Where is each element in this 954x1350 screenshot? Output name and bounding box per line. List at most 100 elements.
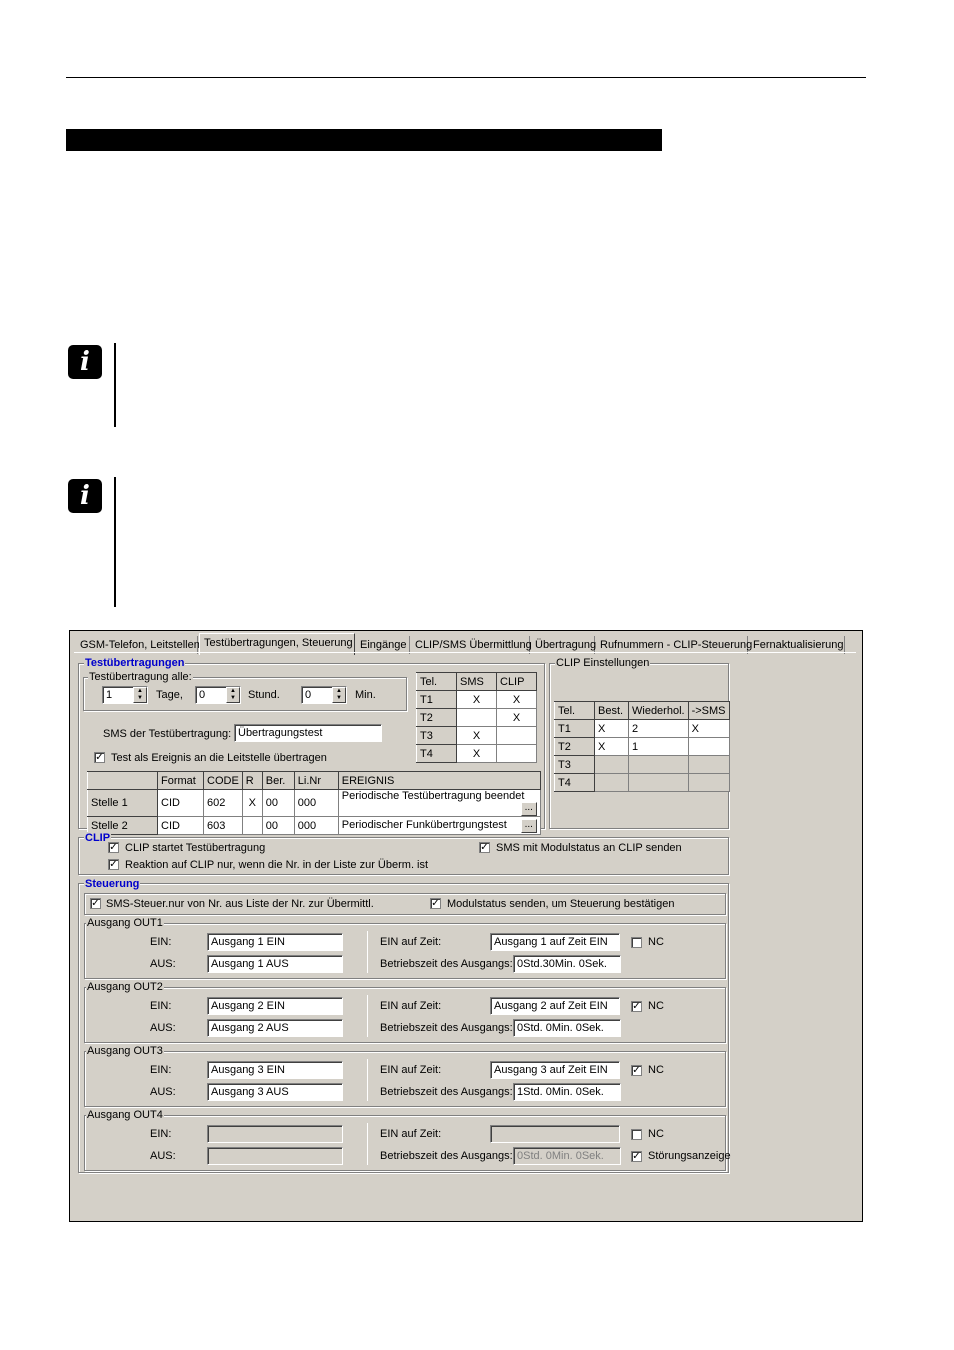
row-header: T4 — [554, 773, 595, 792]
betrieb-input[interactable]: 0Std. 0Min. 0Sek. — [513, 1019, 621, 1037]
ein-label: EIN: — [150, 1128, 172, 1140]
grid-cell[interactable]: 000 — [293, 789, 339, 817]
grid-cell[interactable]: 00 — [261, 789, 295, 817]
grid-cell[interactable] — [456, 708, 497, 727]
control-group-title: Steuerung — [84, 878, 141, 890]
grid-cell[interactable]: X — [496, 690, 537, 709]
storung-checkbox[interactable]: ✓ — [631, 1151, 642, 1162]
grid-cell[interactable]: CID — [157, 816, 204, 835]
nc-checkbox[interactable]: ✓ — [631, 1065, 642, 1076]
grid-cell[interactable] — [687, 755, 730, 774]
grid-cell[interactable] — [241, 816, 263, 835]
section-heading-bar — [66, 129, 662, 151]
ein-input[interactable]: Ausgang 3 EIN — [207, 1061, 343, 1079]
clip-start-checkbox[interactable]: ✓ — [108, 842, 119, 853]
betrieb-input[interactable]: 0Std.30Min. 0Sek. — [513, 955, 621, 973]
cell-text: 00 — [265, 797, 279, 809]
column-header: ->SMS — [687, 701, 730, 720]
grid-cell[interactable]: X — [594, 719, 629, 738]
grid-cell[interactable]: X — [456, 690, 497, 709]
grid-cell[interactable]: 2 — [628, 719, 689, 738]
grid-cell[interactable] — [628, 773, 689, 792]
grid-cell[interactable] — [594, 755, 629, 774]
nc-checkbox[interactable] — [631, 937, 642, 948]
event-select-button[interactable]: ... — [520, 802, 537, 816]
ein-input[interactable]: Ausgang 1 EIN — [207, 933, 343, 951]
grid-cell[interactable]: 1 — [628, 737, 689, 756]
ein-zeit-label: EIN auf Zeit: — [380, 1128, 442, 1140]
table-row: T2 X — [416, 708, 537, 727]
ein-zeit-input[interactable] — [490, 1125, 620, 1143]
grid-cell[interactable]: X — [496, 708, 537, 727]
clip-list-checkbox[interactable]: ✓ — [108, 859, 119, 870]
aus-input[interactable] — [207, 1147, 343, 1165]
ein-zeit-input[interactable]: Ausgang 2 auf Zeit EIN — [490, 997, 620, 1015]
separator — [367, 1059, 368, 1101]
cell-text: Periodische Testübertragung beendet — [341, 790, 525, 802]
grid-cell[interactable]: Periodische Testübertragung beendet... — [337, 789, 541, 817]
test-group-title: Testübertragungen — [84, 657, 186, 669]
clip-sms-status-label: SMS mit Modulstatus an CLIP senden — [496, 842, 682, 854]
grid-cell[interactable] — [687, 737, 730, 756]
row-header: T3 — [416, 726, 457, 745]
grid-cell[interactable]: 000 — [293, 816, 339, 835]
ein-zeit-input[interactable]: Ausgang 3 auf Zeit EIN — [490, 1061, 620, 1079]
event-checkbox[interactable]: ✓ — [94, 752, 105, 763]
grid-cell[interactable] — [628, 755, 689, 774]
event-select-button[interactable]: ... — [520, 818, 537, 833]
grid-cell[interactable] — [496, 744, 537, 763]
nc-checkbox[interactable]: ✓ — [631, 1001, 642, 1012]
grid-cell[interactable]: X — [241, 789, 263, 817]
settings-window: GSM-Telefon, Leitstellen Testübertragung… — [69, 630, 863, 1222]
row-header: T4 — [416, 744, 457, 763]
clip-sms-status-checkbox[interactable]: ✓ — [479, 842, 490, 853]
aus-input[interactable]: Ausgang 1 AUS — [207, 955, 343, 973]
sms-text-input[interactable]: Übertragungstest — [234, 724, 382, 742]
grid-cell[interactable]: X — [687, 719, 730, 738]
sms-control-checkbox[interactable]: ✓ — [90, 898, 101, 909]
status-confirm-checkbox[interactable]: ✓ — [430, 898, 441, 909]
ein-input[interactable]: Ausgang 2 EIN — [207, 997, 343, 1015]
grid-cell[interactable] — [687, 773, 730, 792]
grid-cell[interactable]: X — [456, 726, 497, 745]
cell-text: 603 — [207, 819, 226, 832]
table-row: T4 X — [416, 744, 537, 763]
table-row: Stelle 2 CID 603 00 000 Periodischer Funküber… — [87, 816, 541, 835]
column-header: Wiederhol. — [628, 701, 689, 720]
days-spinner[interactable]: ▲ ▼ — [133, 687, 147, 703]
row-header: T3 — [554, 755, 595, 774]
station-table: Format CODE R Ber. Li.Nr EREIGNIS Stelle 1 CID 6… — [87, 771, 541, 835]
column-header: Tel. — [554, 701, 595, 720]
grid-cell[interactable]: Periodischer Funkübertrgungstest... — [337, 816, 541, 835]
mins-spinner[interactable]: ▲ ▼ — [332, 687, 346, 703]
aus-label: AUS: — [150, 958, 176, 970]
betrieb-input[interactable]: 0Std. 0Min. 0Sek. — [513, 1147, 621, 1165]
nc-label: NC — [648, 1000, 664, 1012]
table-row: T3 — [554, 755, 730, 774]
aus-input[interactable]: Ausgang 3 AUS — [207, 1083, 343, 1101]
sms-text-label: SMS der Testübertragung: — [103, 728, 232, 740]
betrieb-label: Betriebszeit des Ausgangs: — [380, 1150, 513, 1162]
column-header: R — [241, 771, 263, 790]
ein-label: EIN: — [150, 936, 172, 948]
hours-spinner[interactable]: ▲ ▼ — [226, 687, 240, 703]
hours-label: Stund. — [248, 689, 280, 701]
grid-cell[interactable]: X — [594, 737, 629, 756]
betrieb-input[interactable]: 1Std. 0Min. 0Sek. — [513, 1083, 621, 1101]
grid-cell[interactable]: CID — [157, 789, 204, 817]
ein-zeit-input[interactable]: Ausgang 1 auf Zeit EIN — [490, 933, 620, 951]
grid-cell[interactable]: 00 — [261, 816, 295, 835]
nc-checkbox[interactable] — [631, 1129, 642, 1140]
ein-input[interactable] — [207, 1125, 343, 1143]
test-tel-table: Tel. SMS CLIP T1 X X T2 X T3 X T4 X — [416, 672, 537, 763]
table-row: T1 X X — [416, 690, 537, 709]
grid-cell[interactable] — [594, 773, 629, 792]
info-icon: i — [68, 345, 102, 379]
ein-zeit-label: EIN auf Zeit: — [380, 1064, 442, 1076]
grid-cell[interactable] — [496, 726, 537, 745]
grid-cell[interactable]: X — [456, 744, 497, 763]
aus-input[interactable]: Ausgang 2 AUS — [207, 1019, 343, 1037]
separator — [367, 995, 368, 1037]
grid-cell[interactable]: 602 — [203, 789, 243, 817]
grid-cell[interactable]: 603 — [203, 816, 243, 835]
